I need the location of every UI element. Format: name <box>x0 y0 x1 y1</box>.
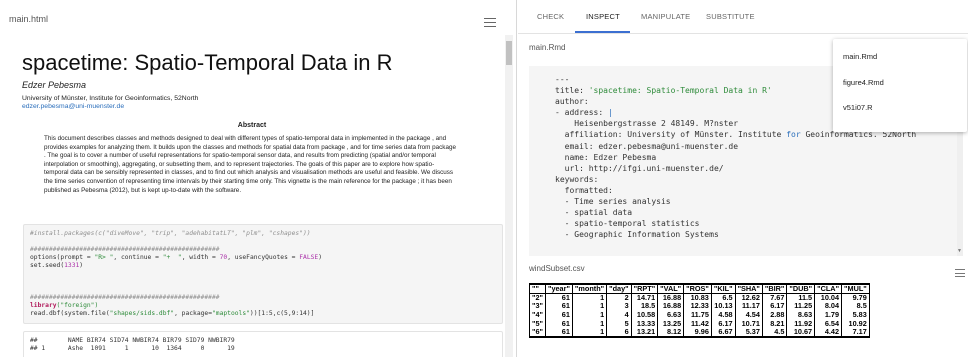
code-text: read.dbf(system.file( <box>30 310 110 317</box>
yaml-line: email: edzer.pebesma@uni-muenster.de <box>555 141 739 151</box>
abstract-text: This document describes classes and meth… <box>44 135 456 194</box>
code-string: "+ " <box>162 254 182 261</box>
code-text: set.seed( <box>30 262 65 269</box>
tab-inspect[interactable]: INSPECT <box>586 12 620 21</box>
abstract-heading: Abstract <box>237 122 267 129</box>
yaml-key: - address: <box>555 108 608 118</box>
table-cell: 11.75 <box>683 311 712 320</box>
table-cell: 7.17 <box>841 327 870 337</box>
csv-filename: windSubset.csv <box>529 264 585 273</box>
code-text: ) <box>79 262 84 269</box>
table-cell: 8.12 <box>657 327 685 337</box>
table-row: "4" 61 1 4 10.58 6.63 11.75 4.58 4.54 2.88 8.63 1.7… <box>529 311 870 320</box>
code-text: , package= <box>174 310 212 317</box>
csv-data-table: "" "year" "month" "day" "RPT" "VAL" "ROS" "KIL"… <box>529 283 870 338</box>
yaml-line: url: http://ifgi.uni-muenster.de/ <box>555 163 724 173</box>
code-text: ))[1:5,c(5,9:14)] <box>249 310 315 317</box>
yaml-indicator: | <box>607 108 613 118</box>
tab-manipulate[interactable]: MANIPULATE <box>641 12 690 21</box>
yaml-line: --- <box>555 75 570 84</box>
yaml-line: - spatio-temporal statistics <box>555 219 700 229</box>
yaml-line: name: Edzer Pebesma <box>555 152 657 162</box>
code-text: , continue = <box>113 254 163 261</box>
code-string: "R> " <box>94 254 114 261</box>
table-cell: 6.63 <box>657 311 685 320</box>
output-line: ## NAME BIR74 SID74 NWBIR74 BIR79 SID79 … <box>30 337 235 344</box>
yaml-keyword: for <box>786 130 801 140</box>
table-cell: 4 <box>606 311 632 320</box>
html-filename: main.html <box>9 14 49 24</box>
code-comment: #install.packages(c("diveMove", "trip", … <box>30 230 311 237</box>
table-cell: 8.63 <box>786 311 816 320</box>
yaml-line: Heisenbergstrasse 2 48149. M?nster <box>555 119 739 129</box>
code-text: , useFancyQuotes = <box>227 254 300 261</box>
code-text: options(prompt = <box>30 254 95 261</box>
yaml-line: keywords: <box>555 174 599 184</box>
tab-check[interactable]: CHECK <box>537 12 564 21</box>
scrollbar-thumb[interactable] <box>506 41 512 65</box>
code-string: "shapes/sids.dbf" <box>109 310 175 317</box>
yaml-line: - Time series analysis <box>555 197 671 207</box>
yaml-string: 'spacetime: Spatio-Temporal Data in R' <box>588 86 772 96</box>
code-comment: ########################################… <box>30 294 220 301</box>
table-cell: 1 <box>571 311 608 320</box>
table-row: "6" 61 1 6 13.21 8.12 9.96 6.67 5.37 4.5 10.67 4.42… <box>529 327 870 337</box>
dropdown-option-figure4-rmd[interactable]: figure4.Rmd <box>843 78 884 87</box>
code-keyword: library <box>30 302 57 309</box>
table-cell: "4" <box>529 311 546 320</box>
code-chunk: #install.packages(c("diveMove", "trip", … <box>23 224 503 324</box>
table-cell: 2.88 <box>761 311 788 320</box>
yaml-line: affiliation: University of Münster. Inst… <box>555 130 787 140</box>
output-line: ## 1 Ashe 1091 1 10 1364 0 19 <box>30 345 235 352</box>
table-cell: 10.58 <box>630 311 659 320</box>
table-cell: 61 <box>544 327 573 337</box>
yaml-key: title: <box>555 86 589 96</box>
tab-bar: CHECK INSPECT MANIPULATE SUBSTITUTE <box>518 0 968 34</box>
active-tab-indicator <box>575 31 630 33</box>
document-title: spacetime: Spatio-Temporal Data in R <box>22 50 393 75</box>
yaml-line: - spatial data <box>555 208 633 218</box>
scroll-down-arrow-icon[interactable]: ▼ <box>957 248 962 254</box>
yaml-line: author: <box>555 97 589 107</box>
table-cell: 10.67 <box>786 327 816 337</box>
table-cell: 13.21 <box>630 327 659 337</box>
document-author: Edzer Pebesma <box>22 80 87 90</box>
scrollbar[interactable] <box>505 35 513 357</box>
table-cell: 61 <box>544 311 573 320</box>
dropdown-option-main-rmd[interactable]: main.Rmd <box>843 52 877 61</box>
hamburger-menu-icon[interactable] <box>955 269 965 278</box>
author-email-link[interactable]: edzer.pebesma@uni-muenster.de <box>22 103 500 110</box>
table-cell: 4.54 <box>734 311 763 320</box>
yaml-line: - Geographic Information Systems <box>555 230 719 240</box>
table-cell: 5.83 <box>841 311 870 320</box>
table-cell: "6" <box>529 327 546 337</box>
rmd-filename: main.Rmd <box>529 43 566 52</box>
code-boolean: FALSE <box>299 254 319 261</box>
table-cell: 4.58 <box>710 311 736 320</box>
file-select-dropdown: main.Rmd figure4.Rmd v51i07.R <box>833 39 967 132</box>
table-cell: 6.67 <box>710 327 736 337</box>
code-comment: ########################################… <box>30 246 220 253</box>
tab-substitute[interactable]: SUBSTITUTE <box>706 12 755 21</box>
table-cell: 1 <box>571 327 608 337</box>
code-number: 1331 <box>64 262 80 269</box>
inspector-pane: CHECK INSPECT MANIPULATE SUBSTITUTE main… <box>518 0 968 357</box>
table-cell: 1.79 <box>814 311 843 320</box>
yaml-line: formatted: <box>555 185 613 195</box>
rendered-html-pane: main.html spacetime: Spatio-Temporal Dat… <box>0 0 517 357</box>
table-cell: 9.96 <box>683 327 712 337</box>
table-cell: 6 <box>606 327 632 337</box>
code-string: ("foreign") <box>56 302 99 309</box>
code-text: ) <box>318 254 322 261</box>
table-cell: 5.37 <box>734 327 763 337</box>
document-body: spacetime: Spatio-Temporal Data in R Edz… <box>22 51 500 195</box>
code-string: "maptools" <box>212 310 250 317</box>
code-text: , width = <box>181 254 220 261</box>
document-affiliation: University of Münster, Institute for Geo… <box>22 95 199 102</box>
dropdown-option-v51i07-r[interactable]: v51i07.R <box>843 103 873 112</box>
code-output: ## NAME BIR74 SID74 NWBIR74 BIR79 SID79 … <box>23 331 503 357</box>
table-cell: 4.5 <box>761 327 788 337</box>
table-cell: 4.42 <box>814 327 843 337</box>
hamburger-menu-icon[interactable] <box>484 18 496 28</box>
